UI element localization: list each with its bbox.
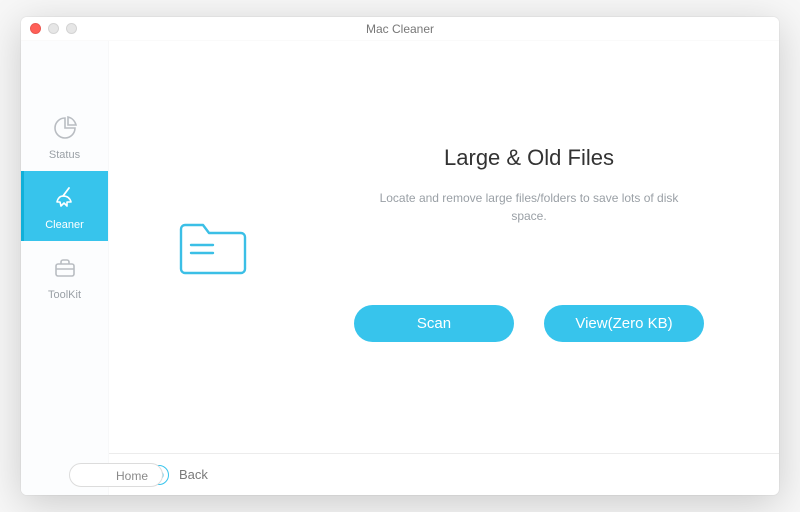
window-title: Mac Cleaner: [366, 22, 434, 36]
page-heading: Large & Old Files: [444, 145, 614, 171]
sidebar-item-cleaner[interactable]: Cleaner: [21, 171, 108, 241]
sidebar-item-label: ToolKit: [48, 289, 81, 301]
app-window: Mac Cleaner Status: [21, 17, 779, 495]
page-subtext: Locate and remove large files/folders to…: [379, 189, 679, 225]
view-button[interactable]: View(Zero KB): [544, 305, 704, 342]
info-zone: Large & Old Files Locate and remove larg…: [319, 153, 779, 342]
footer: Home Back: [109, 453, 779, 495]
broom-icon: [50, 183, 80, 213]
sidebar: Status Cleaner: [21, 41, 109, 495]
home-button[interactable]: Home: [69, 463, 163, 487]
main-area: Large & Old Files Locate and remove larg…: [109, 41, 779, 453]
folder-icon: [175, 215, 253, 279]
window-maximize-button[interactable]: [66, 23, 77, 34]
sidebar-item-label: Cleaner: [45, 219, 84, 231]
traffic-lights: [30, 23, 77, 34]
window-minimize-button[interactable]: [48, 23, 59, 34]
window-close-button[interactable]: [30, 23, 41, 34]
back-label: Back: [179, 467, 208, 482]
titlebar: Mac Cleaner: [21, 17, 779, 41]
sidebar-item-toolkit[interactable]: ToolKit: [21, 241, 108, 311]
scan-button[interactable]: Scan: [354, 305, 514, 342]
body: Status Cleaner: [21, 41, 779, 495]
toolbox-icon: [50, 253, 80, 283]
sidebar-item-status[interactable]: Status: [21, 101, 108, 171]
action-buttons: Scan View(Zero KB): [354, 305, 704, 342]
content: Large & Old Files Locate and remove larg…: [109, 41, 779, 495]
pie-chart-icon: [50, 113, 80, 143]
illustration: [109, 215, 319, 279]
sidebar-item-label: Status: [49, 149, 80, 161]
